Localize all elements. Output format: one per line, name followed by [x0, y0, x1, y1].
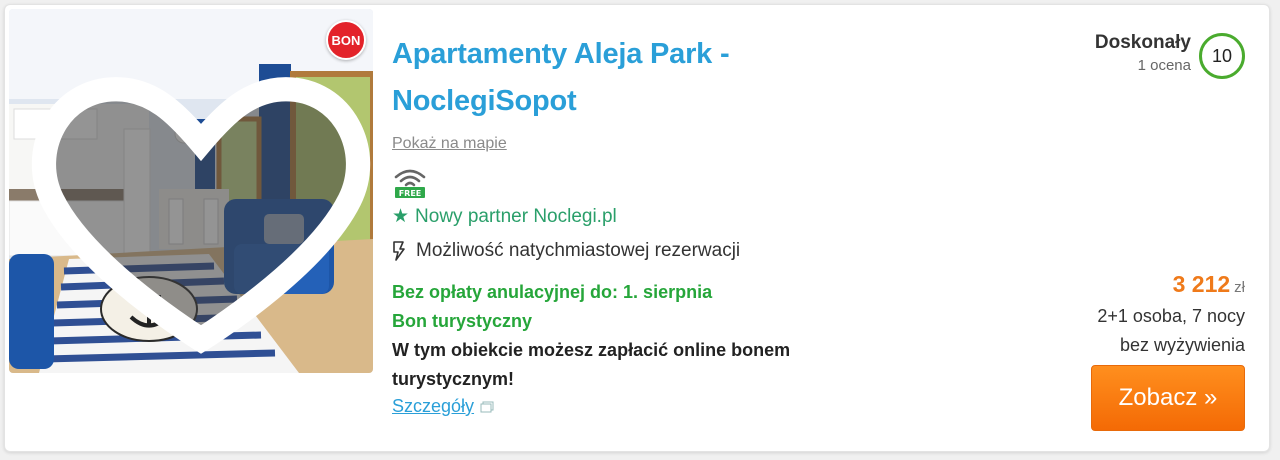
show-on-map-link[interactable]: Pokaż na mapie	[392, 135, 507, 153]
board-type: bez wyżywienia	[1119, 335, 1245, 355]
listing-photo[interactable]: BON	[9, 9, 373, 373]
instant-booking-text: Możliwość natychmiastowej rezerwacji	[416, 240, 741, 261]
free-cancellation: Bez opłaty anulacyjnej do: 1. sierpnia	[392, 282, 713, 302]
listing-card: BON Apartamenty Aleja Park - NoclegiSopo…	[4, 4, 1270, 452]
details-link-text[interactable]: Szczegóły	[392, 396, 474, 417]
rating-count: 1 ocena	[1137, 57, 1191, 74]
wifi-free-label: FREE	[399, 189, 422, 198]
bon-badge: BON	[326, 20, 366, 60]
external-link-icon	[480, 401, 494, 412]
wifi-icon: FREE	[392, 167, 428, 199]
rating-label: Doskonały	[1094, 32, 1191, 53]
price-amount: 3 212	[1172, 271, 1231, 297]
rating-score-badge: 10	[1199, 33, 1245, 79]
price-currency: zł	[1234, 279, 1245, 296]
favorite-button[interactable]	[19, 21, 371, 354]
rating-block: Doskonały 1 ocena 10	[1095, 31, 1245, 79]
instant-booking-label: Możliwość natychmiastowej rezerwacji	[392, 240, 862, 262]
bon-turystyczny-label: Bon turystyczny	[392, 311, 533, 331]
listing-title[interactable]: Apartamenty Aleja Park - NoclegiSopot	[392, 31, 862, 125]
listing-info: Apartamenty Aleja Park - NoclegiSopot Po…	[392, 31, 862, 417]
lightning-icon	[393, 241, 405, 261]
price-block: 3 212 zł 2+1 osoba, 7 nocy bez wyżywienia	[1097, 271, 1245, 360]
listing-title-line2[interactable]: NoclegiSopot	[392, 78, 862, 125]
bon-description: W tym obiekcie możesz zapłacić online bo…	[392, 340, 791, 389]
listing-title-line1[interactable]: Apartamenty Aleja Park -	[392, 31, 862, 78]
price: 3 212 zł	[1097, 271, 1245, 298]
view-offer-button[interactable]: Zobacz »	[1091, 365, 1245, 431]
new-partner-text: Nowy partner Noclegi.pl	[415, 205, 617, 227]
guests-nights: 2+1 osoba, 7 nocy	[1097, 306, 1245, 326]
heart-icon	[31, 77, 371, 354]
star-icon: ★	[392, 206, 410, 227]
details-link[interactable]: Szczegóły	[392, 396, 494, 417]
new-partner-label: ★ Nowy partner Noclegi.pl	[392, 205, 862, 228]
